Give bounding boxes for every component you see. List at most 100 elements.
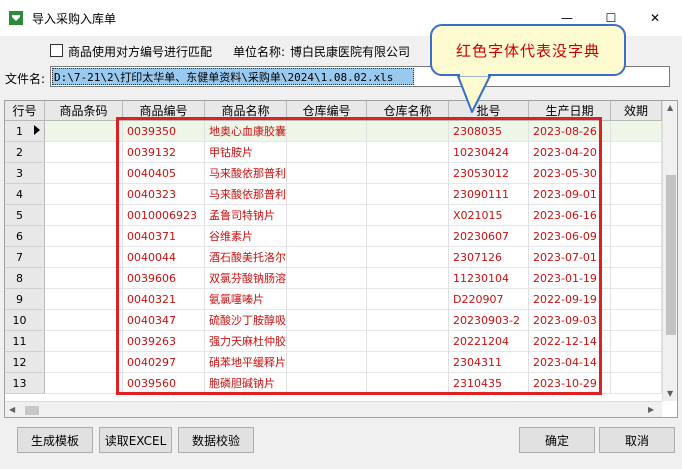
cell-name[interactable]: 氨氯噻嗪片 [205, 289, 287, 310]
cell-warehouse-code[interactable] [287, 352, 367, 373]
cell-warehouse-name[interactable] [367, 373, 449, 394]
cell-batch[interactable]: D220907 [449, 289, 529, 310]
vertical-scrollbar[interactable]: ▲ ▼ [662, 101, 677, 401]
cell-barcode[interactable] [45, 163, 123, 184]
cell-production-date[interactable]: 2023-06-09 [529, 226, 611, 247]
scroll-right-icon[interactable]: ▶ [648, 405, 654, 414]
cell-expiry[interactable] [611, 373, 662, 394]
cell-expiry[interactable] [611, 310, 662, 331]
cell-warehouse-code[interactable] [287, 310, 367, 331]
cell-warehouse-code[interactable] [287, 373, 367, 394]
row-number[interactable]: 11 [5, 331, 45, 352]
cell-name[interactable]: 马来酸依那普利 [205, 163, 287, 184]
cell-expiry[interactable] [611, 184, 662, 205]
cell-expiry[interactable] [611, 226, 662, 247]
cell-warehouse-name[interactable] [367, 121, 449, 142]
column-header[interactable]: 生产日期 [529, 101, 611, 121]
cell-name[interactable]: 酒石酸美托洛尔 [205, 247, 287, 268]
cell-production-date[interactable]: 2023-05-30 [529, 163, 611, 184]
cell-expiry[interactable] [611, 163, 662, 184]
cell-batch[interactable]: X021015 [449, 205, 529, 226]
cell-code[interactable]: 0040323 [123, 184, 205, 205]
column-header[interactable]: 行号 [5, 101, 45, 121]
cell-name[interactable]: 强力天麻杜仲胶 [205, 331, 287, 352]
cell-barcode[interactable] [45, 310, 123, 331]
cell-production-date[interactable]: 2023-07-01 [529, 247, 611, 268]
cell-production-date[interactable]: 2023-09-01 [529, 184, 611, 205]
cell-production-date[interactable]: 2023-06-16 [529, 205, 611, 226]
cell-warehouse-code[interactable] [287, 163, 367, 184]
match-code-checkbox[interactable] [50, 44, 63, 57]
cell-production-date[interactable]: 2023-10-29 [529, 373, 611, 394]
scroll-left-icon[interactable]: ◀ [9, 405, 15, 414]
cell-production-date[interactable]: 2022-09-19 [529, 289, 611, 310]
cell-name[interactable]: 双氯芬酸钠肠溶 [205, 268, 287, 289]
row-number[interactable]: 6 [5, 226, 45, 247]
scroll-up-icon[interactable]: ▲ [667, 103, 673, 112]
cell-name[interactable]: 胞磷胆碱钠片 [205, 373, 287, 394]
cell-warehouse-name[interactable] [367, 289, 449, 310]
cell-name[interactable]: 孟鲁司特钠片 [205, 205, 287, 226]
generate-template-button[interactable]: 生成模板 [17, 427, 93, 453]
cell-warehouse-code[interactable] [287, 247, 367, 268]
cell-code[interactable]: 0039606 [123, 268, 205, 289]
column-header[interactable]: 批号 [449, 101, 529, 121]
cell-warehouse-name[interactable] [367, 184, 449, 205]
cell-expiry[interactable] [611, 352, 662, 373]
cell-barcode[interactable] [45, 331, 123, 352]
cell-warehouse-name[interactable] [367, 310, 449, 331]
row-number[interactable]: 8 [5, 268, 45, 289]
column-header[interactable]: 仓库名称 [367, 101, 449, 121]
cell-warehouse-name[interactable] [367, 226, 449, 247]
column-header[interactable]: 商品条码 [45, 101, 123, 121]
cell-warehouse-code[interactable] [287, 121, 367, 142]
cell-barcode[interactable] [45, 352, 123, 373]
cell-production-date[interactable]: 2023-04-14 [529, 352, 611, 373]
horizontal-scroll-thumb[interactable] [25, 406, 39, 415]
row-number[interactable]: 12 [5, 352, 45, 373]
import-data-grid[interactable]: ▲ ▼ ◀ ▶ 行号 商品条码 商品编号 商品名称 仓库编号 仓库名称 批号 生产日期 效期 1 0… [4, 100, 678, 418]
cell-batch[interactable]: 2308035 [449, 121, 529, 142]
cell-barcode[interactable] [45, 226, 123, 247]
cell-code[interactable]: 0040297 [123, 352, 205, 373]
row-number[interactable]: 7 [5, 247, 45, 268]
cell-warehouse-code[interactable] [287, 331, 367, 352]
cell-code[interactable]: 0039132 [123, 142, 205, 163]
row-number[interactable]: 9 [5, 289, 45, 310]
cell-code[interactable]: 0040321 [123, 289, 205, 310]
row-number[interactable]: 3 [5, 163, 45, 184]
cell-code[interactable]: 0039350 [123, 121, 205, 142]
cell-production-date[interactable]: 2023-09-03 [529, 310, 611, 331]
row-number[interactable]: 10 [5, 310, 45, 331]
cell-production-date[interactable]: 2023-08-26 [529, 121, 611, 142]
cell-batch[interactable]: 20221204 [449, 331, 529, 352]
cell-name[interactable]: 地奥心血康胶囊 [205, 121, 287, 142]
cell-warehouse-name[interactable] [367, 352, 449, 373]
cell-code[interactable]: 0040347 [123, 310, 205, 331]
cell-barcode[interactable] [45, 205, 123, 226]
scroll-down-icon[interactable]: ▼ [667, 389, 673, 398]
cell-name[interactable]: 马来酸依那普利 [205, 184, 287, 205]
validate-data-button[interactable]: 数据校验 [178, 427, 254, 453]
cell-warehouse-name[interactable] [367, 331, 449, 352]
ok-button[interactable]: 确定 [519, 427, 595, 453]
cell-barcode[interactable] [45, 121, 123, 142]
cell-code[interactable]: 0039263 [123, 331, 205, 352]
cell-batch[interactable]: 23053012 [449, 163, 529, 184]
cell-name[interactable]: 硝苯地平缓释片 [205, 352, 287, 373]
column-header[interactable]: 商品名称 [205, 101, 287, 121]
cell-warehouse-code[interactable] [287, 205, 367, 226]
cell-expiry[interactable] [611, 121, 662, 142]
cell-warehouse-code[interactable] [287, 226, 367, 247]
cell-warehouse-name[interactable] [367, 205, 449, 226]
cell-warehouse-name[interactable] [367, 163, 449, 184]
row-number[interactable]: 4 [5, 184, 45, 205]
cell-barcode[interactable] [45, 184, 123, 205]
cell-warehouse-name[interactable] [367, 268, 449, 289]
cell-production-date[interactable]: 2023-04-20 [529, 142, 611, 163]
row-number[interactable]: 5 [5, 205, 45, 226]
cell-barcode[interactable] [45, 268, 123, 289]
cell-name[interactable]: 甲钴胺片 [205, 142, 287, 163]
cell-batch[interactable]: 2310435 [449, 373, 529, 394]
cell-expiry[interactable] [611, 205, 662, 226]
